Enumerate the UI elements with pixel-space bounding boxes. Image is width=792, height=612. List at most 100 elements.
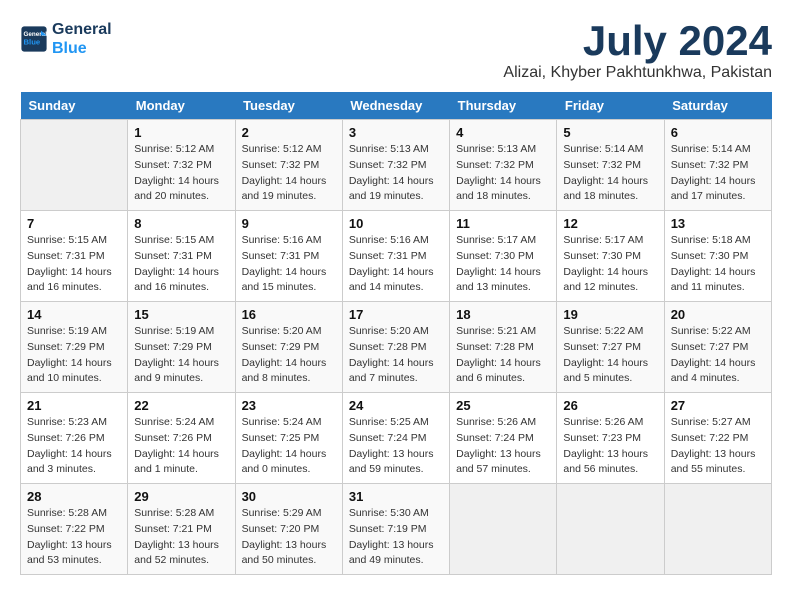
day-info: Sunrise: 5:12 AM Sunset: 7:32 PM Dayligh…	[242, 142, 336, 205]
calendar-cell: 30Sunrise: 5:29 AM Sunset: 7:20 PM Dayli…	[235, 484, 342, 575]
day-info: Sunrise: 5:20 AM Sunset: 7:29 PM Dayligh…	[242, 324, 336, 387]
logo-text-general: General	[52, 20, 112, 39]
day-number: 27	[671, 398, 765, 413]
calendar-cell: 19 Sunrise: 5:22 AM Sunset: 7:27 PM Dayli…	[557, 302, 664, 393]
weekday-header-monday: Monday	[128, 92, 235, 120]
day-number: 9	[242, 216, 336, 231]
day-number: 29	[134, 489, 228, 504]
weekday-header-thursday: Thursday	[450, 92, 557, 120]
logo-text-blue: Blue	[52, 39, 112, 58]
day-info: Sunrise: 5:30 AM Sunset: 7:19 PM Dayligh…	[349, 506, 443, 569]
day-info: Sunrise: 5:22 AM Sunset: 7:27 PM Dayligh…	[671, 324, 765, 387]
title-section: July 2024 Alizai, Khyber Pakhtunkhwa, Pa…	[503, 20, 772, 82]
calendar-cell: 10Sunrise: 5:16 AM Sunset: 7:31 PM Dayli…	[342, 211, 449, 302]
calendar-cell: 12 Sunrise: 5:17 AM Sunset: 7:30 PM Dayli…	[557, 211, 664, 302]
weekday-header-friday: Friday	[557, 92, 664, 120]
calendar-cell	[450, 484, 557, 575]
day-info: Sunrise: 5:25 AM Sunset: 7:24 PM Dayligh…	[349, 415, 443, 478]
day-info: Sunrise: 5:16 AM Sunset: 7:31 PM Dayligh…	[349, 233, 443, 296]
calendar-cell: 21 Sunrise: 5:23 AM Sunset: 7:26 PM Dayli…	[21, 393, 128, 484]
day-number: 8	[134, 216, 228, 231]
weekday-header-row: SundayMondayTuesdayWednesdayThursdayFrid…	[21, 92, 772, 120]
day-number: 31	[349, 489, 443, 504]
calendar-cell: 23 Sunrise: 5:24 AM Sunset: 7:25 PM Dayli…	[235, 393, 342, 484]
day-number: 12	[563, 216, 657, 231]
day-number: 21	[27, 398, 121, 413]
calendar-cell: 3Sunrise: 5:13 AM Sunset: 7:32 PM Daylig…	[342, 120, 449, 211]
svg-text:Blue: Blue	[24, 38, 41, 47]
calendar-cell	[21, 120, 128, 211]
day-info: Sunrise: 5:26 AM Sunset: 7:23 PM Dayligh…	[563, 415, 657, 478]
calendar-cell	[664, 484, 771, 575]
day-info: Sunrise: 5:28 AM Sunset: 7:22 PM Dayligh…	[27, 506, 121, 569]
day-info: Sunrise: 5:13 AM Sunset: 7:32 PM Dayligh…	[456, 142, 550, 205]
page-header: General Blue General Blue July 2024 Aliz…	[20, 20, 772, 82]
calendar-cell	[557, 484, 664, 575]
day-info: Sunrise: 5:24 AM Sunset: 7:25 PM Dayligh…	[242, 415, 336, 478]
day-number: 22	[134, 398, 228, 413]
day-info: Sunrise: 5:19 AM Sunset: 7:29 PM Dayligh…	[27, 324, 121, 387]
logo: General Blue General Blue	[20, 20, 112, 58]
day-number: 15	[134, 307, 228, 322]
calendar-title: July 2024	[503, 20, 772, 62]
day-number: 24	[349, 398, 443, 413]
day-number: 20	[671, 307, 765, 322]
day-info: Sunrise: 5:22 AM Sunset: 7:27 PM Dayligh…	[563, 324, 657, 387]
calendar-cell: 18 Sunrise: 5:21 AM Sunset: 7:28 PM Dayli…	[450, 302, 557, 393]
calendar-cell: 11 Sunrise: 5:17 AM Sunset: 7:30 PM Dayli…	[450, 211, 557, 302]
day-number: 11	[456, 216, 550, 231]
day-number: 5	[563, 125, 657, 140]
day-number: 28	[27, 489, 121, 504]
day-number: 16	[242, 307, 336, 322]
day-info: Sunrise: 5:19 AM Sunset: 7:29 PM Dayligh…	[134, 324, 228, 387]
calendar-cell: 8 Sunrise: 5:15 AM Sunset: 7:31 PM Daylig…	[128, 211, 235, 302]
calendar-cell: 2 Sunrise: 5:12 AM Sunset: 7:32 PM Daylig…	[235, 120, 342, 211]
day-info: Sunrise: 5:26 AM Sunset: 7:24 PM Dayligh…	[456, 415, 550, 478]
day-info: Sunrise: 5:14 AM Sunset: 7:32 PM Dayligh…	[563, 142, 657, 205]
calendar-week-2: 7Sunrise: 5:15 AM Sunset: 7:31 PM Daylig…	[21, 211, 772, 302]
day-number: 18	[456, 307, 550, 322]
calendar-cell: 17Sunrise: 5:20 AM Sunset: 7:28 PM Dayli…	[342, 302, 449, 393]
day-info: Sunrise: 5:27 AM Sunset: 7:22 PM Dayligh…	[671, 415, 765, 478]
calendar-week-1: 1 Sunrise: 5:12 AM Sunset: 7:32 PM Daylig…	[21, 120, 772, 211]
day-number: 23	[242, 398, 336, 413]
day-info: Sunrise: 5:23 AM Sunset: 7:26 PM Dayligh…	[27, 415, 121, 478]
calendar-cell: 26 Sunrise: 5:26 AM Sunset: 7:23 PM Dayli…	[557, 393, 664, 484]
calendar-cell: 24 Sunrise: 5:25 AM Sunset: 7:24 PM Dayli…	[342, 393, 449, 484]
calendar-cell: 25 Sunrise: 5:26 AM Sunset: 7:24 PM Dayli…	[450, 393, 557, 484]
day-number: 26	[563, 398, 657, 413]
calendar-cell: 29 Sunrise: 5:28 AM Sunset: 7:21 PM Dayli…	[128, 484, 235, 575]
weekday-header-saturday: Saturday	[664, 92, 771, 120]
day-info: Sunrise: 5:16 AM Sunset: 7:31 PM Dayligh…	[242, 233, 336, 296]
calendar-cell: 16 Sunrise: 5:20 AM Sunset: 7:29 PM Dayli…	[235, 302, 342, 393]
logo-icon: General Blue	[20, 25, 48, 53]
weekday-header-wednesday: Wednesday	[342, 92, 449, 120]
day-number: 1	[134, 125, 228, 140]
day-info: Sunrise: 5:17 AM Sunset: 7:30 PM Dayligh…	[563, 233, 657, 296]
day-number: 6	[671, 125, 765, 140]
day-info: Sunrise: 5:21 AM Sunset: 7:28 PM Dayligh…	[456, 324, 550, 387]
day-info: Sunrise: 5:15 AM Sunset: 7:31 PM Dayligh…	[134, 233, 228, 296]
weekday-header-tuesday: Tuesday	[235, 92, 342, 120]
calendar-cell: 6Sunrise: 5:14 AM Sunset: 7:32 PM Daylig…	[664, 120, 771, 211]
day-number: 2	[242, 125, 336, 140]
weekday-header-sunday: Sunday	[21, 92, 128, 120]
calendar-cell: 9 Sunrise: 5:16 AM Sunset: 7:31 PM Daylig…	[235, 211, 342, 302]
day-info: Sunrise: 5:13 AM Sunset: 7:32 PM Dayligh…	[349, 142, 443, 205]
calendar-table: SundayMondayTuesdayWednesdayThursdayFrid…	[20, 92, 772, 575]
day-number: 25	[456, 398, 550, 413]
calendar-cell: 5 Sunrise: 5:14 AM Sunset: 7:32 PM Daylig…	[557, 120, 664, 211]
calendar-cell: 15 Sunrise: 5:19 AM Sunset: 7:29 PM Dayli…	[128, 302, 235, 393]
day-number: 30	[242, 489, 336, 504]
day-info: Sunrise: 5:17 AM Sunset: 7:30 PM Dayligh…	[456, 233, 550, 296]
day-info: Sunrise: 5:28 AM Sunset: 7:21 PM Dayligh…	[134, 506, 228, 569]
day-number: 13	[671, 216, 765, 231]
day-info: Sunrise: 5:18 AM Sunset: 7:30 PM Dayligh…	[671, 233, 765, 296]
calendar-cell: 4Sunrise: 5:13 AM Sunset: 7:32 PM Daylig…	[450, 120, 557, 211]
calendar-cell: 27 Sunrise: 5:27 AM Sunset: 7:22 PM Dayli…	[664, 393, 771, 484]
day-number: 19	[563, 307, 657, 322]
day-number: 17	[349, 307, 443, 322]
calendar-subtitle: Alizai, Khyber Pakhtunkhwa, Pakistan	[503, 64, 772, 82]
calendar-cell: 28 Sunrise: 5:28 AM Sunset: 7:22 PM Dayli…	[21, 484, 128, 575]
calendar-cell: 14Sunrise: 5:19 AM Sunset: 7:29 PM Dayli…	[21, 302, 128, 393]
